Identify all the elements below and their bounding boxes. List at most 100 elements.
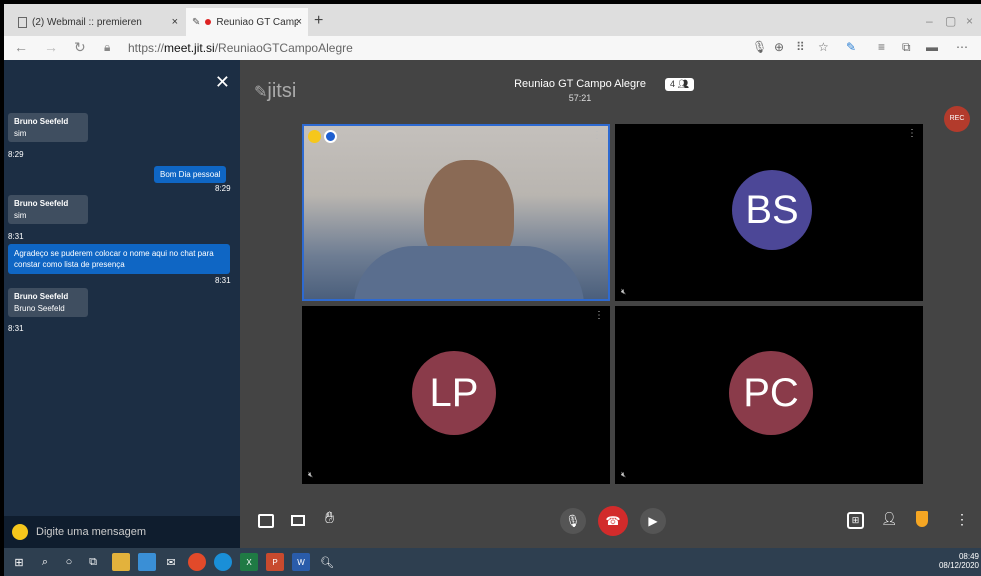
muted-status-icon: 🔇︎	[308, 470, 314, 479]
hangup-button[interactable]: ☎︎	[598, 506, 628, 536]
chat-message-own: Bom Dia pessoal	[154, 166, 227, 183]
more-menu-icon[interactable]: ⋯	[956, 40, 968, 54]
microphone-icon[interactable]: 🎙︎	[752, 40, 767, 54]
forward-icon[interactable]: →	[44, 39, 58, 55]
new-tab-button[interactable]: +	[314, 12, 323, 30]
avatar: PC	[729, 351, 813, 435]
mail-icon[interactable]: ✉︎	[162, 553, 180, 571]
tile-menu-icon[interactable]: ⋮	[592, 130, 602, 141]
edge-icon[interactable]	[214, 553, 232, 571]
system-clock[interactable]: 08:49 08/12/2020	[939, 552, 979, 570]
recording-badge: REC	[944, 106, 970, 132]
chat-input-placeholder: Digite uma mensagem	[36, 526, 147, 538]
excel-icon[interactable]: X	[240, 553, 258, 571]
message-time: 8:31	[8, 324, 24, 333]
video-tile-lp[interactable]: LP ⋮ 🔇︎	[302, 306, 610, 484]
chat-input[interactable]: Digite uma mensagem	[4, 516, 240, 548]
store-icon[interactable]	[138, 553, 156, 571]
more-options-icon[interactable]: ⋮	[955, 511, 969, 528]
lock-icon[interactable]: 🔒︎	[104, 40, 110, 55]
tile-menu-icon[interactable]: ⋮	[907, 128, 917, 139]
security-shield-icon[interactable]	[916, 511, 928, 527]
avatar-initials: BS	[745, 187, 799, 232]
zoom-icon[interactable]: ⊕	[774, 40, 784, 54]
url-prefix: https://	[128, 41, 165, 55]
participant-count: 4	[670, 79, 676, 89]
powerpoint-icon[interactable]: P	[266, 553, 284, 571]
file-explorer-icon[interactable]	[112, 553, 130, 571]
collections-icon[interactable]: ⧉	[902, 40, 911, 55]
browser-tab-bar: (2) Webmail :: premiereng@pren × ✎ Reuni…	[4, 4, 981, 36]
browser-nav-bar: ← → ↻ 🔒︎ https://meet.jit.si/ReuniaoGTCa…	[4, 36, 981, 60]
emoji-icon[interactable]	[12, 524, 28, 540]
message-time: 8:31	[8, 232, 24, 241]
favorites-list-icon[interactable]: ≡	[878, 40, 885, 54]
tab-label: Reuniao GT Campo Alegre	[216, 16, 299, 28]
video-tile-bs[interactable]: BS ⋮ 🔇︎	[615, 124, 923, 301]
chat-toggle-icon[interactable]	[258, 514, 274, 528]
camera-off-icon: ▶︎	[648, 514, 658, 528]
address-bar[interactable]: https://meet.jit.si/ReuniaoGTCampoAlegre	[128, 41, 353, 55]
star-badge-icon	[308, 130, 321, 143]
message-text: Bom Dia pessoal	[160, 170, 221, 179]
os-taskbar: ⊞ ⌕ ○ ⧉ ✉︎ X P W 🔍︎ 08:49 08/12/2020	[4, 548, 981, 576]
search-app-icon[interactable]: 🔍︎	[318, 553, 336, 571]
message-time: 8:29	[8, 150, 24, 159]
task-view-icon[interactable]: ⧉	[84, 553, 102, 571]
close-chat-icon[interactable]: ✕	[215, 72, 230, 93]
extension-feather-icon[interactable]: ✎	[846, 40, 856, 54]
message-text: sim	[14, 129, 27, 138]
close-icon[interactable]: ×	[296, 16, 302, 28]
message-text: Agradeço se puderem colocar o nome aqui …	[14, 249, 214, 269]
refresh-icon[interactable]: ↻	[74, 39, 86, 56]
invite-people-icon[interactable]: 👤︎	[881, 511, 898, 527]
tab-reuniao[interactable]: ✎ Reuniao GT Campo Alegre ×	[186, 8, 308, 36]
tab-label: (2) Webmail :: premiereng@pren	[32, 16, 142, 28]
video-tile-camera[interactable]: ⋮	[302, 124, 610, 301]
feather-icon: ✎	[192, 16, 201, 28]
camera-mute-button[interactable]: ▶︎	[640, 508, 666, 534]
screen: (2) Webmail :: premiereng@pren × ✎ Reuni…	[0, 0, 981, 576]
chrome-icon[interactable]	[188, 553, 206, 571]
tab-webmail[interactable]: (2) Webmail :: premiereng@pren ×	[12, 8, 184, 36]
meeting-title: Reuniao GT Campo Alegre	[514, 78, 646, 90]
cortana-icon[interactable]: ○	[60, 553, 78, 571]
avatar-initials: LP	[429, 370, 479, 415]
close-window-button[interactable]: ×	[966, 14, 973, 28]
chat-message: Bruno Seefeld sim	[8, 195, 88, 224]
microphone-mute-button[interactable]: 🎙︎	[560, 508, 586, 534]
profile-icon[interactable]: ▬	[926, 40, 938, 54]
avatar: LP	[412, 351, 496, 435]
message-author: Bruno Seefeld	[14, 292, 69, 301]
clock-time: 08:49	[958, 552, 979, 561]
maximize-button[interactable]: ▢	[945, 14, 956, 28]
message-time: 8:29	[215, 184, 231, 193]
screen-share-icon[interactable]	[291, 515, 305, 526]
translate-icon[interactable]: ⠿	[796, 40, 805, 54]
message-author: Bruno Seefeld	[14, 117, 69, 126]
search-icon[interactable]: ⌕	[36, 553, 54, 571]
windows-start-icon[interactable]: ⊞	[10, 553, 28, 571]
video-tile-pc[interactable]: PC 🔇︎	[615, 306, 923, 484]
message-text: sim	[14, 211, 27, 220]
close-icon[interactable]: ×	[172, 16, 178, 28]
participant-count-badge[interactable]: 4 👥︎	[665, 78, 694, 91]
logo-text: jitsi	[267, 80, 297, 102]
chat-message: Bruno Seefeld sim	[8, 113, 88, 142]
microphone-off-icon: 🎙︎	[565, 514, 581, 528]
tile-view-icon[interactable]: ⊞	[847, 512, 864, 529]
chat-message: Bruno Seefeld Bruno Seefeld	[8, 288, 88, 317]
muted-status-icon: 🔇︎	[621, 470, 627, 479]
back-icon[interactable]: ←	[14, 39, 28, 55]
favorite-star-icon[interactable]: ☆	[818, 40, 829, 54]
tile-menu-icon[interactable]: ⋮	[594, 310, 604, 321]
minimize-button[interactable]: –	[926, 14, 933, 28]
raise-hand-icon[interactable]: ✋︎	[325, 510, 334, 528]
avatar-initials: PC	[743, 370, 799, 415]
chat-message-own: Agradeço se puderem colocar o nome aqui …	[8, 244, 230, 274]
muted-status-icon: 🔇︎	[621, 287, 627, 296]
url-host: meet.jit.si	[164, 41, 215, 55]
word-icon[interactable]: W	[292, 553, 310, 571]
recording-dot-icon	[205, 19, 212, 25]
logo-feather-icon: ✎	[254, 84, 268, 101]
